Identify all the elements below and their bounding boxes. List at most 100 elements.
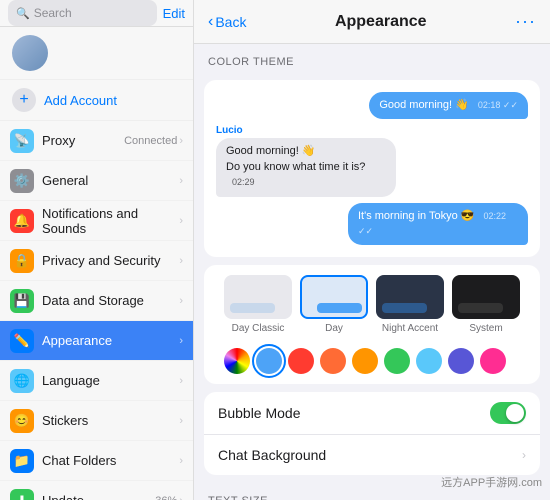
bubble-time-1: 02:18 ✓✓ — [478, 100, 518, 110]
theme-name-day-classic: Day Classic — [232, 323, 285, 334]
bubble-mode-toggle[interactable] — [490, 402, 526, 424]
chat-background-label: Chat Background — [218, 447, 522, 463]
add-account-row[interactable]: + Add Account — [0, 80, 193, 121]
bubble-mode-row[interactable]: Bubble Mode — [204, 392, 540, 435]
data-icon: 💾 — [10, 289, 34, 313]
proxy-label: Proxy — [42, 133, 124, 148]
msg-out-1: Good morning! 👋 02:18 ✓✓ — [216, 92, 528, 119]
back-button[interactable]: ‹ Back — [208, 13, 246, 31]
more-button[interactable]: ··· — [515, 11, 536, 32]
theme-bar-system — [458, 303, 503, 313]
edit-button[interactable]: Edit — [163, 6, 185, 21]
privacy-label: Privacy and Security — [42, 253, 179, 268]
search-placeholder: Search — [34, 6, 72, 20]
color-dot-orange-red[interactable] — [320, 348, 346, 374]
theme-day-classic[interactable]: Day Classic — [224, 275, 292, 334]
add-account-label: Add Account — [44, 93, 117, 108]
stickers-icon: 😊 — [10, 409, 34, 433]
toggle-knob — [506, 404, 524, 422]
color-dot-multi[interactable] — [224, 348, 250, 374]
msg-out-2: It's morning in Tokyo 😎 02:22 ✓✓ — [216, 203, 528, 246]
sidebar-item-update[interactable]: ⬇Update36%› — [0, 481, 193, 500]
search-icon: 🔍 — [16, 7, 30, 20]
account-row[interactable] — [0, 27, 193, 80]
stickers-label: Stickers — [42, 413, 179, 428]
bubble-mode-label: Bubble Mode — [218, 405, 490, 421]
bubble-time-2: 02:29 — [232, 177, 255, 187]
color-dot-purple[interactable] — [448, 348, 474, 374]
sidebar-item-stickers[interactable]: 😊Stickers› — [0, 401, 193, 441]
chat-preview: Good morning! 👋 02:18 ✓✓ Lucio Good morn… — [204, 80, 540, 257]
color-dot-pink[interactable] — [480, 348, 506, 374]
general-label: General — [42, 173, 179, 188]
sidebar-item-appearance[interactable]: ✏️Appearance› — [0, 321, 193, 361]
update-badge: 36% — [155, 495, 177, 500]
bubble-time-3: 02:22 ✓✓ — [358, 211, 506, 236]
settings-card-bubble: Bubble Mode Chat Background › — [204, 392, 540, 475]
bubble-out-2: It's morning in Tokyo 😎 02:22 ✓✓ — [348, 203, 528, 246]
theme-name-night: Night Accent — [382, 323, 438, 334]
main-header: ‹ Back Appearance ··· — [194, 0, 550, 44]
data-chevron: › — [179, 295, 183, 307]
theme-preview-night — [376, 275, 444, 319]
theme-preview-day — [300, 275, 368, 319]
language-icon: 🌐 — [10, 369, 34, 393]
sidebar-item-proxy[interactable]: 📡ProxyConnected› — [0, 121, 193, 161]
page-title: Appearance — [246, 13, 515, 31]
chat-folders-chevron: › — [179, 455, 183, 467]
appearance-label: Appearance — [42, 333, 179, 348]
theme-system[interactable]: System — [452, 275, 520, 334]
general-chevron: › — [179, 175, 183, 187]
add-icon: + — [12, 88, 36, 112]
msg-sender: Lucio — [216, 125, 528, 136]
language-label: Language — [42, 373, 179, 388]
notifications-label: Notifications and Sounds — [42, 206, 179, 236]
sidebar-items-list: 📡ProxyConnected›⚙️General› 🔔 Notifications… — [0, 121, 193, 500]
privacy-icon: 🔒 — [10, 249, 34, 273]
color-dot-red[interactable] — [288, 348, 314, 374]
chat-background-row[interactable]: Chat Background › — [204, 435, 540, 475]
theme-options: Day Classic Day Night Accent — [214, 275, 530, 344]
bubble-out-1: Good morning! 👋 02:18 ✓✓ — [369, 92, 528, 119]
main-panel: ‹ Back Appearance ··· COLOR THEME Good m… — [194, 0, 550, 500]
chevron-right-icon: › — [522, 448, 526, 462]
color-theme-header: COLOR THEME — [194, 44, 550, 72]
color-dot-teal[interactable] — [416, 348, 442, 374]
content-area: COLOR THEME Good morning! 👋 02:18 ✓✓ Luc… — [194, 44, 550, 500]
sidebar-item-chat-folders[interactable]: 📁 Chat Folders› — [0, 441, 193, 481]
chat-folders-label: Chat Folders — [42, 453, 179, 468]
bubble-in-1: Good morning! 👋Do you know what time it … — [216, 138, 396, 196]
back-chevron-icon: ‹ — [208, 13, 213, 31]
search-bar[interactable]: 🔍 Search — [8, 0, 157, 26]
theme-bar-night — [382, 303, 427, 313]
theme-name-day: Day — [325, 323, 343, 334]
chat-folders-icon: 📁 — [10, 449, 34, 473]
sidebar: 🔍 Search Edit + Add Account 📡ProxyConnec… — [0, 0, 194, 500]
sidebar-item-privacy[interactable]: 🔒Privacy and Security› — [0, 241, 193, 281]
proxy-chevron: › — [179, 135, 183, 147]
color-dot-green[interactable] — [384, 348, 410, 374]
appearance-chevron: › — [179, 335, 183, 347]
text-size-header: TEXT SIZE — [194, 483, 550, 500]
sidebar-item-general[interactable]: ⚙️General› — [0, 161, 193, 201]
theme-preview-day-classic — [224, 275, 292, 319]
sidebar-item-notifications[interactable]: 🔔 Notifications and Sounds› — [0, 201, 193, 241]
theme-bar-classic — [230, 303, 275, 313]
color-dots — [214, 344, 530, 384]
proxy-badge: Connected — [124, 135, 177, 147]
theme-preview-system — [452, 275, 520, 319]
data-label: Data and Storage — [42, 293, 179, 308]
theme-night-accent[interactable]: Night Accent — [376, 275, 444, 334]
sidebar-item-data[interactable]: 💾 Data and Storage› — [0, 281, 193, 321]
update-label: Update — [42, 493, 155, 500]
color-dot-orange[interactable] — [352, 348, 378, 374]
theme-selector: Day Classic Day Night Accent — [204, 265, 540, 384]
sidebar-item-language[interactable]: 🌐Language› — [0, 361, 193, 401]
update-chevron: › — [179, 495, 183, 500]
notifications-icon: 🔔 — [10, 209, 34, 233]
avatar — [12, 35, 48, 71]
msg-in-1: Lucio Good morning! 👋Do you know what ti… — [216, 125, 528, 196]
notifications-chevron: › — [179, 215, 183, 227]
theme-day[interactable]: Day — [300, 275, 368, 334]
color-dot-blue[interactable] — [256, 348, 282, 374]
